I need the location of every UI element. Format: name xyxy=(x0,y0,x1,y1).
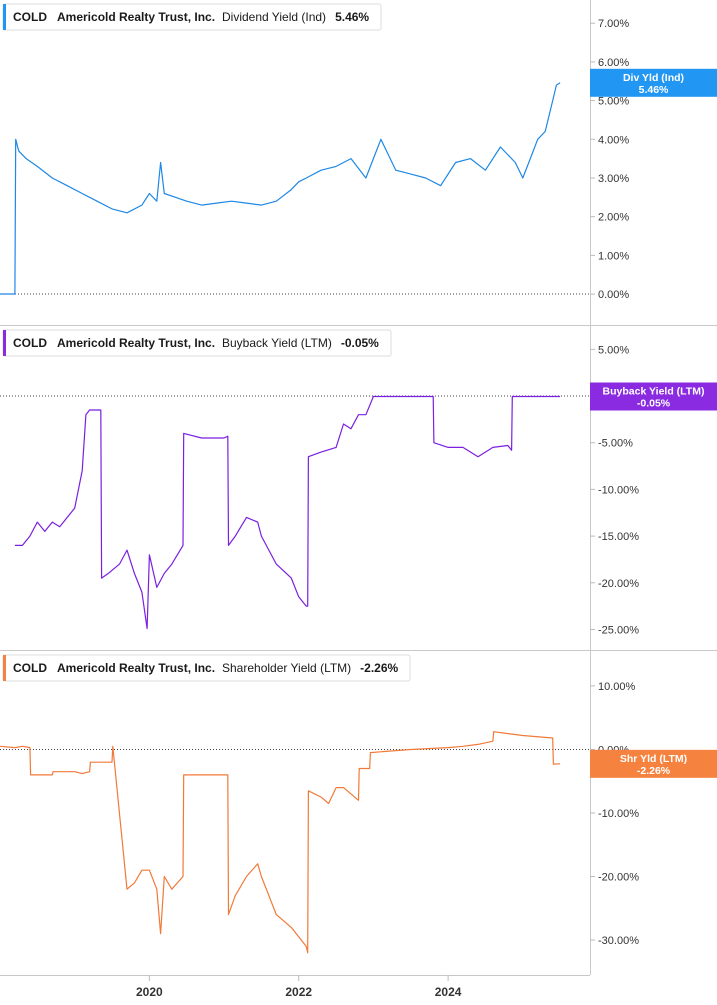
y-tick-label: 4.00% xyxy=(598,134,629,146)
legend-company: Americold Realty Trust, Inc. xyxy=(57,661,215,675)
buyback-yield-panel: 5.00% -5.00% -10.00% -15.00% -20.00% -25.00% C… xyxy=(0,329,717,636)
legend-color-swatch xyxy=(3,4,6,30)
buyback-yield-ltm-legend: COLD Americold Realty Trust, Inc. Buyback … xyxy=(2,329,392,357)
y-tick-label: 0.00% xyxy=(598,289,629,301)
legend-ticker: COLD xyxy=(13,10,47,24)
x-tick-label: 2020 xyxy=(136,985,163,999)
y-tick-label: 5.00% xyxy=(598,96,629,108)
x-tick-label: 2024 xyxy=(435,985,462,999)
legend-ticker: COLD xyxy=(13,336,47,350)
y-tick-label: -25.00% xyxy=(598,624,639,636)
x-axis: 2020 2022 2024 xyxy=(136,975,462,999)
y-tick-label: -10.00% xyxy=(598,808,639,820)
value-tag-label: Buyback Yield (LTM) xyxy=(603,385,705,397)
y-tick-label: -10.00% xyxy=(598,484,639,496)
legend-company: Americold Realty Trust, Inc. xyxy=(57,10,215,24)
legend-color-swatch xyxy=(3,330,6,356)
shareholder-yield-ltm-legend: COLD Americold Realty Trust, Inc. Sharehol… xyxy=(2,654,411,682)
dividend-yield-ind-value-tag: Div Yld (Ind)5.46% xyxy=(590,68,717,97)
buyback-yield-ltm-value-tag: Buyback Yield (LTM)-0.05% xyxy=(590,382,717,411)
dividend-yield-panel: 7.00% 6.00% 5.00% 4.00% 3.00% 2.00% 1.00% 0.00%… xyxy=(0,3,717,301)
legend-ticker: COLD xyxy=(13,661,47,675)
shareholder-yield-panel: 10.00%0.00%-10.00%-20.00%-30.00%COLDAmer… xyxy=(0,654,717,954)
legend-company: Americold Realty Trust, Inc. xyxy=(57,336,215,350)
legend-color-swatch xyxy=(3,655,6,681)
value-tag-value: -2.26% xyxy=(637,765,671,777)
shareholder-yield-ltm-series-line xyxy=(0,731,561,954)
legend-current-value: -2.26% xyxy=(360,661,398,675)
value-tag-value: 5.46% xyxy=(639,84,669,96)
legend-metric: Shareholder Yield (LTM) xyxy=(222,661,351,675)
legend-metric: Buyback Yield (LTM) xyxy=(222,336,332,350)
y-tick-label: 1.00% xyxy=(598,250,629,262)
y-tick-label: 10.00% xyxy=(598,681,636,693)
dividend-yield-ind-series-line xyxy=(0,82,561,295)
y-tick-label: 7.00% xyxy=(598,18,629,30)
dividend-yield-ind-legend: COLD Americold Realty Trust, Inc. Dividend… xyxy=(2,3,382,31)
y-tick-label: -20.00% xyxy=(598,872,639,884)
y-tick-label: -5.00% xyxy=(598,438,633,450)
legend-current-value: 5.46% xyxy=(335,10,369,24)
y-tick-label: 3.00% xyxy=(598,173,629,185)
value-tag-label: Div Yld (Ind) xyxy=(623,72,684,84)
value-tag-value: -0.05% xyxy=(637,397,671,409)
legend-current-value: -0.05% xyxy=(341,336,379,350)
legend-metric: Dividend Yield (Ind) xyxy=(222,10,326,24)
y-tick-label: 6.00% xyxy=(598,57,629,69)
y-tick-label: -30.00% xyxy=(598,935,639,947)
chart-canvas: 7.00% 6.00% 5.00% 4.00% 3.00% 2.00% 1.00% 0.00%… xyxy=(0,0,717,999)
y-tick-label: 5.00% xyxy=(598,344,629,356)
value-tag-label: Shr Yld (LTM) xyxy=(620,753,687,765)
y-tick-label: 2.00% xyxy=(598,212,629,224)
y-tick-label: -15.00% xyxy=(598,531,639,543)
shareholder-yield-ltm-value-tag: Shr Yld (LTM)-2.26% xyxy=(590,749,717,778)
buyback-yield-ltm-series-line xyxy=(14,395,561,630)
x-tick-label: 2022 xyxy=(285,985,312,999)
y-tick-label: -20.00% xyxy=(598,578,639,590)
